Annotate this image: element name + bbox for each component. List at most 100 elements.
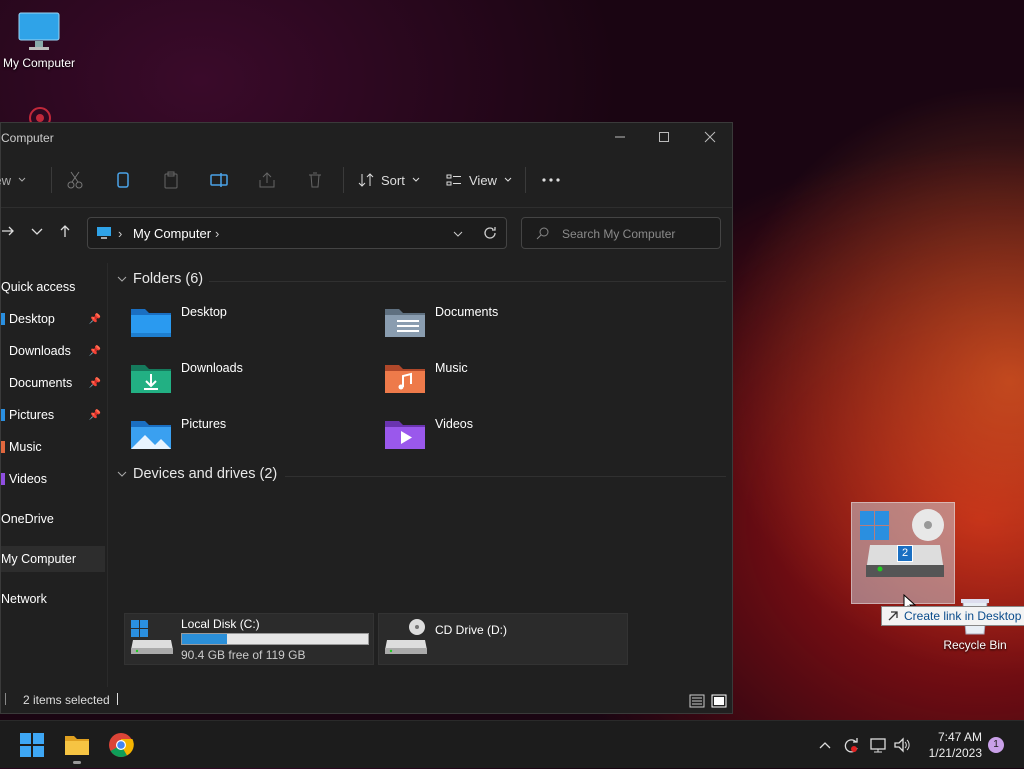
sidebar-item-quick-access[interactable]: Quick access xyxy=(1,274,105,300)
clock[interactable]: 7:47 AM 1/21/2023 xyxy=(920,729,982,761)
sidebar-item-downloads[interactable]: Downloads 📌 xyxy=(1,338,105,364)
file-explorer-taskbar-button[interactable] xyxy=(64,733,90,764)
share-button[interactable] xyxy=(257,165,277,195)
sort-label: Sort xyxy=(381,172,405,188)
paste-button[interactable] xyxy=(161,165,181,195)
file-explorer-icon xyxy=(65,736,89,755)
folder-name: Music xyxy=(435,361,468,375)
view-label: View xyxy=(469,172,497,188)
up-button[interactable] xyxy=(58,224,72,243)
system-tray xyxy=(818,721,832,769)
folder-music[interactable]: Music xyxy=(363,353,613,403)
sidebar-item-label: Videos xyxy=(9,472,47,486)
tray-sync xyxy=(842,721,860,769)
command-bar: New Sort View xyxy=(0,153,732,208)
pictures-folder-icon xyxy=(1,409,5,421)
cut-icon xyxy=(67,171,83,189)
music-folder-icon xyxy=(385,365,425,393)
sidebar-item-onedrive[interactable]: OneDrive xyxy=(1,506,105,532)
sidebar-item-label: Downloads xyxy=(9,344,71,358)
details-view-icon[interactable] xyxy=(689,693,705,709)
notification-badge[interactable]: 1 xyxy=(988,737,1004,753)
folder-downloads[interactable]: Downloads xyxy=(109,353,359,403)
chrome-taskbar-button[interactable] xyxy=(108,732,134,763)
downloads-folder-icon xyxy=(131,365,171,393)
copy-icon xyxy=(117,172,129,188)
sidebar-item-videos[interactable]: Videos xyxy=(1,466,105,492)
view-button[interactable]: View xyxy=(445,165,513,195)
cut-button[interactable] xyxy=(65,165,85,195)
sidebar-item-pictures[interactable]: Pictures 📌 xyxy=(1,402,105,428)
pin-icon: 📌 xyxy=(88,377,101,389)
monitor-icon xyxy=(17,10,61,54)
folder-documents[interactable]: Documents xyxy=(363,297,613,347)
drives-section-header[interactable]: Devices and drives (2) xyxy=(117,466,277,482)
more-options-button[interactable] xyxy=(541,165,561,195)
recent-locations-button[interactable] xyxy=(30,224,44,243)
breadcrumb-chevron-icon: › xyxy=(118,226,123,241)
minimize-button[interactable] xyxy=(597,123,643,151)
breadcrumb-chevron-icon[interactable]: › xyxy=(215,226,219,241)
start-button[interactable] xyxy=(20,733,44,762)
pin-icon: 📌 xyxy=(88,313,101,325)
breadcrumb-location[interactable]: My Computer xyxy=(133,226,211,241)
navigation-pane: Quick access Desktop 📌 Downloads 📌 Docum… xyxy=(1,263,108,687)
search-icon xyxy=(536,227,549,240)
drive-cd-d[interactable]: CD Drive (D:) xyxy=(378,613,628,665)
folder-videos[interactable]: Videos xyxy=(363,409,613,459)
sidebar-item-music[interactable]: Music xyxy=(1,434,105,460)
pin-icon: 📌 xyxy=(88,345,101,357)
folder-desktop[interactable]: Desktop xyxy=(109,297,359,347)
desktop-icon-my-computer[interactable]: My Computer xyxy=(0,10,78,70)
sidebar-item-my-computer[interactable]: My Computer xyxy=(1,546,105,572)
section-title: Devices and drives (2) xyxy=(133,466,278,482)
close-button[interactable] xyxy=(687,123,733,151)
desktop-folder-icon xyxy=(131,309,171,337)
address-bar[interactable]: › My Computer › xyxy=(87,217,507,249)
sidebar-item-desktop[interactable]: Desktop 📌 xyxy=(1,306,105,332)
drive-local-disk-c[interactable]: Local Disk (C:) 90.4 GB free of 119 GB xyxy=(124,613,374,665)
chevron-down-icon xyxy=(504,177,512,182)
sidebar-item-label: Documents xyxy=(9,376,73,390)
volume-icon[interactable] xyxy=(893,736,911,754)
drag-tooltip: Create link in Desktop xyxy=(881,606,1024,626)
desktop-icon-label: My Computer xyxy=(2,56,76,70)
chevron-down-icon[interactable] xyxy=(452,228,464,240)
large-icons-view-icon[interactable] xyxy=(711,693,727,709)
folder-name: Desktop xyxy=(181,305,227,319)
sync-icon[interactable] xyxy=(842,736,860,754)
copy-button[interactable] xyxy=(113,165,133,195)
desktop-app-icon[interactable] xyxy=(18,104,62,129)
folder-name: Downloads xyxy=(181,361,243,375)
drive-name: CD Drive (D:) xyxy=(435,623,507,637)
new-button[interactable]: New xyxy=(0,165,27,195)
selection-status: 2 items selected xyxy=(23,693,110,707)
section-title: Folders (6) xyxy=(133,271,204,287)
refresh-icon[interactable] xyxy=(483,226,497,240)
maximize-button[interactable] xyxy=(641,123,687,151)
network-icon[interactable] xyxy=(869,736,887,754)
address-row: › My Computer › Search My Computer xyxy=(1,215,732,253)
videos-folder-icon xyxy=(1,473,5,485)
desktop-folder-icon xyxy=(1,313,5,325)
file-list-area[interactable]: Folders (6) Desktop Documents Downloads … xyxy=(109,263,732,687)
active-indicator xyxy=(73,761,81,764)
show-hidden-icons-chevron-icon[interactable] xyxy=(818,738,832,752)
chevron-down-icon xyxy=(31,228,43,235)
file-explorer-window: Computer New xyxy=(0,122,733,714)
documents-folder-icon xyxy=(385,309,425,337)
chevron-down-icon xyxy=(18,177,26,182)
sort-button[interactable]: Sort xyxy=(357,165,421,195)
delete-button[interactable] xyxy=(305,165,325,195)
rename-button[interactable] xyxy=(209,165,229,195)
sidebar-item-network[interactable]: Network xyxy=(1,586,105,612)
taskbar: 7:47 AM 1/21/2023 1 xyxy=(0,720,1024,768)
videos-folder-icon xyxy=(385,421,425,449)
more-icon xyxy=(542,178,560,182)
folders-section-header[interactable]: Folders (6) xyxy=(117,271,203,287)
folder-pictures[interactable]: Pictures xyxy=(109,409,359,459)
forward-button[interactable] xyxy=(1,224,15,243)
search-box[interactable]: Search My Computer xyxy=(521,217,721,249)
sidebar-item-documents[interactable]: Documents 📌 xyxy=(1,370,105,396)
title-bar[interactable]: Computer xyxy=(1,123,732,153)
